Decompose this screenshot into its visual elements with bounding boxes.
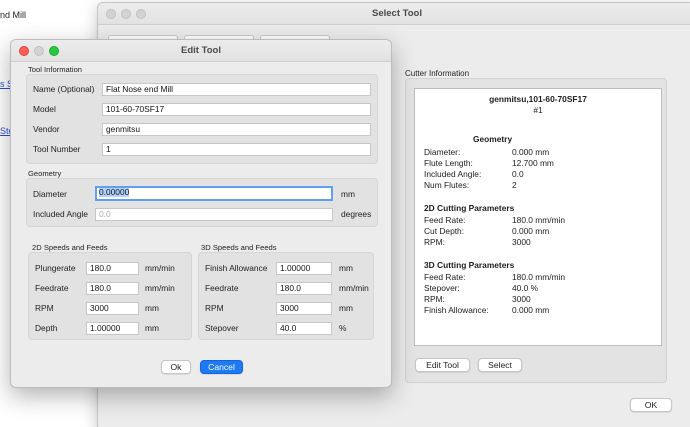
stepover-field[interactable]: 40.0 (276, 322, 332, 335)
speeds-2d-label: 2D Speeds and Feeds (32, 243, 108, 252)
params-2d-heading: 2D Cutting Parameters (424, 203, 515, 213)
feedrate-3d-label: Feedrate (205, 283, 239, 293)
tool-information-label: Tool Information (28, 65, 83, 74)
info-key: RPM: (424, 294, 445, 304)
tool-number-field[interactable]: 1 (102, 143, 371, 156)
speeds-3d-group: Finish Allowance 1.00000 mm Feedrate 180… (198, 252, 374, 340)
diameter-field[interactable]: 0.00000 (95, 186, 333, 201)
vendor-label: Vendor (33, 124, 60, 134)
ok-button[interactable]: OK (630, 398, 672, 412)
info-key: Feed Rate: (424, 272, 466, 282)
model-field[interactable]: 101-60-70SF17 (102, 103, 371, 116)
info-value: 3000 (512, 237, 531, 247)
params-3d-heading: 3D Cutting Parameters (424, 260, 515, 270)
depth-field[interactable]: 1.00000 (86, 322, 139, 335)
vendor-field[interactable]: genmitsu (102, 123, 371, 136)
info-key: Stepover: (424, 283, 460, 293)
rpm-3d-label: RPM (205, 303, 224, 313)
info-value: 12.700 mm (512, 158, 554, 168)
plungerate-field[interactable]: 180.0 (86, 262, 139, 275)
cutter-information-box: genmitsu,101-60-70SF17 #1 Geometry Diame… (414, 88, 662, 346)
included-angle-unit: degrees (341, 209, 372, 219)
cutter-name: genmitsu,101-60-70SF17 (489, 94, 587, 104)
rpm-3d-unit: mm (339, 303, 353, 313)
info-value: 0.0 (512, 169, 524, 179)
stepover-unit: % (339, 323, 347, 333)
stepover-label: Stepover (205, 323, 239, 333)
info-value: 2 (512, 180, 517, 190)
included-angle-label: Included Angle (33, 209, 88, 219)
info-value: 0.000 mm (512, 147, 550, 157)
feedrate-field[interactable]: 180.0 (86, 282, 139, 295)
info-value: 180.0 mm/min (512, 272, 566, 282)
rpm-3d-field[interactable]: 3000 (276, 302, 332, 315)
finish-allowance-unit: mm (339, 263, 353, 273)
diameter-label: Diameter (33, 189, 67, 199)
edit-tool-button[interactable]: Edit Tool (415, 358, 470, 372)
info-value: 3000 (512, 294, 531, 304)
info-value: 40.0 % (512, 283, 539, 293)
edit-tool-dialog: Edit Tool Tool Information Name (Optiona… (10, 39, 392, 388)
model-label: Model (33, 104, 56, 114)
plungerate-unit: mm/min (145, 263, 175, 273)
edit-tool-titlebar[interactable]: Edit Tool (11, 40, 391, 62)
info-value: 0.000 mm (512, 305, 550, 315)
background-text: nd Mill (0, 10, 27, 20)
rpm-unit: mm (145, 303, 159, 313)
info-key: Finish Allowance: (424, 305, 489, 315)
ok-button[interactable]: Ok (161, 360, 191, 374)
info-key: Feed Rate: (424, 215, 466, 225)
cutter-information-panel: genmitsu,101-60-70SF17 #1 Geometry Diame… (405, 78, 667, 383)
included-angle-field: 0.0 (95, 208, 333, 221)
select-tool-titlebar[interactable]: Select Tool (98, 3, 690, 25)
info-key: Included Angle: (424, 169, 482, 179)
info-key: Cut Depth: (424, 226, 465, 236)
cancel-button[interactable]: Cancel (200, 360, 243, 374)
dialog-title: Edit Tool (181, 45, 221, 56)
name-label: Name (Optional) (33, 84, 95, 94)
info-value: 180.0 mm/min (512, 215, 566, 225)
rpm-field[interactable]: 3000 (86, 302, 139, 315)
feedrate-3d-unit: mm/min (339, 283, 369, 293)
finish-allowance-field[interactable]: 1.00000 (276, 262, 332, 275)
cutter-number: #1 (533, 105, 543, 115)
info-key: Flute Length: (424, 158, 473, 168)
speeds-3d-label: 3D Speeds and Feeds (201, 243, 277, 252)
info-value: 0.000 mm (512, 226, 550, 236)
feedrate-3d-field[interactable]: 180.0 (276, 282, 332, 295)
feedrate-unit: mm/min (145, 283, 175, 293)
rpm-label: RPM (35, 303, 54, 313)
info-key: Diameter: (424, 147, 461, 157)
info-key: Num Flutes: (424, 180, 470, 190)
feedrate-label: Feedrate (35, 283, 69, 293)
geometry-label: Geometry (28, 169, 62, 178)
cutter-information-label: Cutter Information (405, 69, 470, 78)
finish-allowance-label: Finish Allowance (205, 263, 268, 273)
tool-number-label: Tool Number (33, 144, 81, 154)
plungerate-label: Plungerate (35, 263, 76, 273)
name-field[interactable]: Flat Nose end Mill (102, 83, 371, 96)
info-key: RPM: (424, 237, 445, 247)
depth-unit: mm (145, 323, 159, 333)
select-button[interactable]: Select (478, 358, 522, 372)
diameter-unit: mm (341, 189, 355, 199)
diameter-value: 0.00000 (99, 187, 130, 197)
geometry-heading: Geometry (473, 134, 513, 144)
window-title: Select Tool (372, 8, 422, 19)
tool-information-group: Name (Optional) Flat Nose end Mill Model… (26, 74, 378, 164)
speeds-2d-group: Plungerate 180.0 mm/min Feedrate 180.0 m… (28, 252, 192, 340)
geometry-group: Diameter 0.00000 mm Included Angle 0.0 d… (26, 178, 378, 227)
depth-label: Depth (35, 323, 58, 333)
